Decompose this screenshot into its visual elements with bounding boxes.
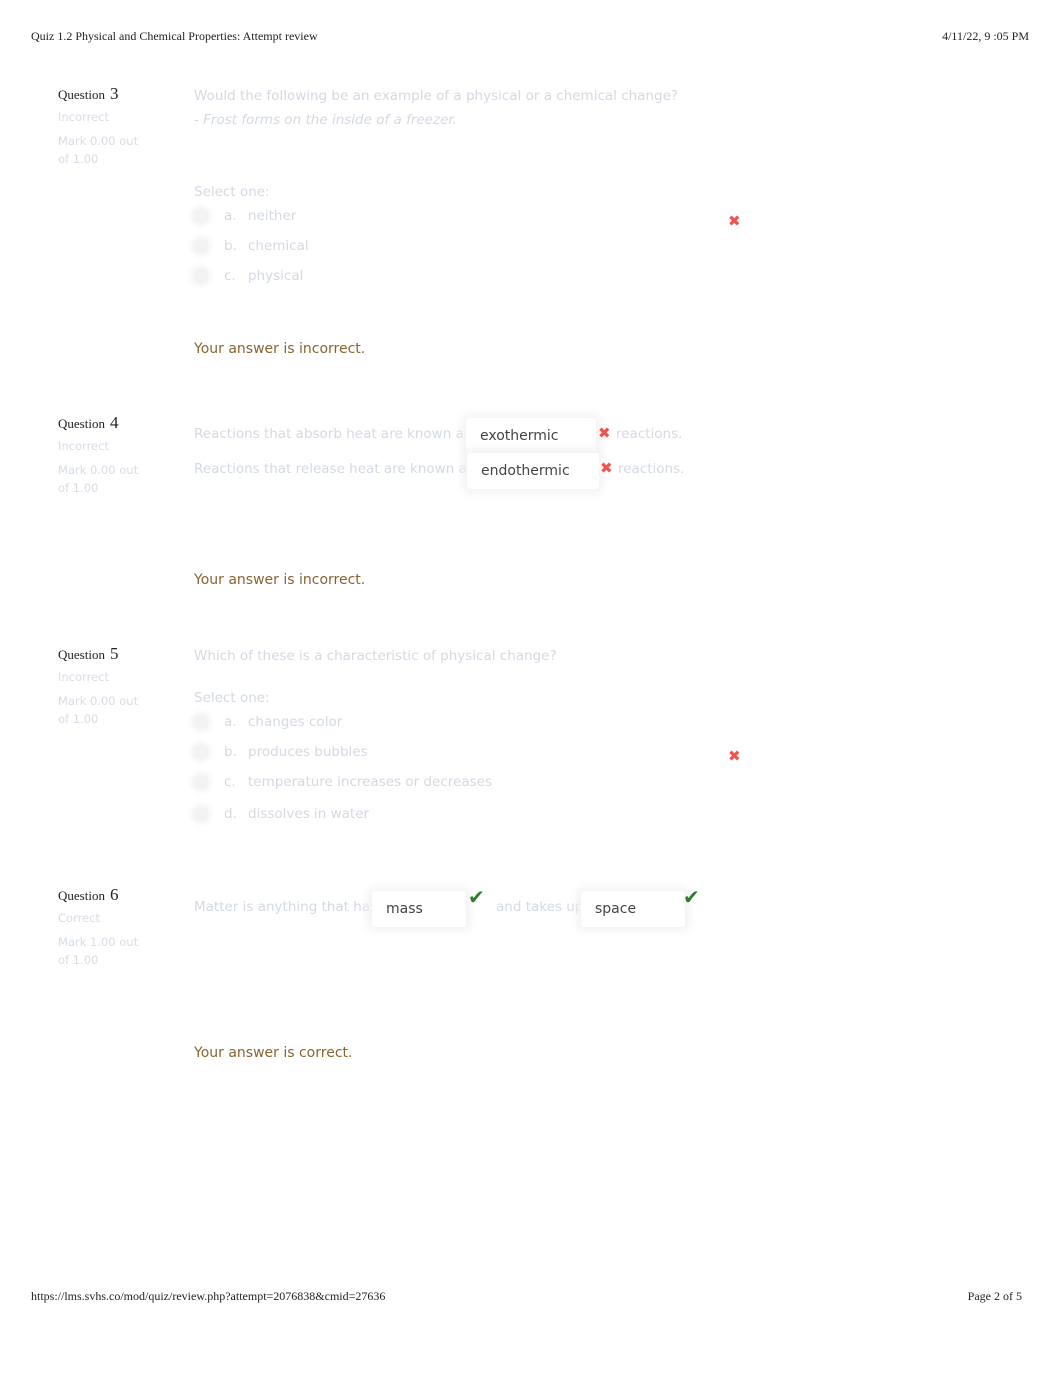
answer-input-1[interactable]: exothermic xyxy=(466,418,596,454)
print-datetime: 4/11/22, 9 :05 PM xyxy=(942,29,1029,43)
question-text: Which of these is a characteristic of ph… xyxy=(194,648,557,664)
correct-icon: ✔ xyxy=(468,885,485,909)
print-header: Quiz 1.2 Physical and Chemical Propertie… xyxy=(31,29,1029,45)
page-number: Page 2 of 5 xyxy=(967,1289,1022,1303)
answer-feedback: Your answer is correct. xyxy=(194,1045,353,1061)
incorrect-icon: ✖ xyxy=(728,747,741,765)
answer-input-1[interactable]: mass xyxy=(372,891,466,927)
question-grade: Mark 0.00 out of 1.00 xyxy=(58,463,139,495)
question-info: Question 4 Incorrect Mark 0.00 out of 1.0… xyxy=(58,413,158,497)
question-info: Question 6 Correct Mark 1.00 out of 1.00 xyxy=(58,885,158,969)
answer-option-b[interactable]: b. produces bubbles xyxy=(194,737,368,767)
incorrect-icon: ✖ xyxy=(600,459,613,477)
question-label: Question xyxy=(58,87,105,102)
question-label: Question xyxy=(58,888,105,903)
select-one-prompt: Select one: xyxy=(194,184,270,200)
question-label: Question xyxy=(58,416,105,431)
question-grade: Mark 0.00 out of 1.00 xyxy=(58,134,139,166)
answer-feedback: Your answer is incorrect. xyxy=(194,572,366,588)
answer-option-c[interactable]: c. temperature increases or decreases xyxy=(194,767,492,797)
radio-button[interactable] xyxy=(194,775,208,789)
question-number: 3 xyxy=(110,84,119,103)
question-state: Incorrect xyxy=(58,439,109,453)
radio-button[interactable] xyxy=(194,745,208,759)
question-info: Question 3 Incorrect Mark 0.00 out of 1.0… xyxy=(58,84,158,168)
radio-button[interactable] xyxy=(194,239,208,253)
answer-option-d[interactable]: d. dissolves in water xyxy=(194,799,369,829)
question-number: 5 xyxy=(110,644,119,663)
answer-feedback: Your answer is incorrect. xyxy=(194,341,366,357)
question-number: 6 xyxy=(110,885,119,904)
question-label: Question xyxy=(58,647,105,662)
page-title: Quiz 1.2 Physical and Chemical Propertie… xyxy=(31,29,318,43)
answer-option-a[interactable]: a. changes color xyxy=(194,707,342,737)
question-state: Incorrect xyxy=(58,670,109,684)
answer-input-2[interactable]: endothermic xyxy=(467,453,599,489)
answer-option-b[interactable]: b. chemical xyxy=(194,231,309,261)
incorrect-icon: ✖ xyxy=(598,424,611,442)
page-url: https://lms.svhs.co/mod/quiz/review.php?… xyxy=(31,1289,386,1303)
radio-button[interactable] xyxy=(194,715,208,729)
question-grade: Mark 1.00 out of 1.00 xyxy=(58,935,139,967)
radio-button[interactable] xyxy=(194,209,208,223)
question-grade: Mark 0.00 out of 1.00 xyxy=(58,694,139,726)
question-number: 4 xyxy=(110,413,119,432)
correct-icon: ✔ xyxy=(683,885,700,909)
question-text: Would the following be an example of a p… xyxy=(194,88,679,128)
question-subtext: - Frost forms on the inside of a freezer… xyxy=(194,112,457,128)
radio-button[interactable] xyxy=(194,269,208,283)
radio-button[interactable] xyxy=(194,807,208,821)
incorrect-icon: ✖ xyxy=(728,212,741,230)
answer-option-c[interactable]: c. physical xyxy=(194,261,303,291)
question-state: Correct xyxy=(58,911,100,925)
select-one-prompt: Select one: xyxy=(194,690,270,706)
answer-input-2[interactable]: space xyxy=(581,891,685,927)
question-state: Incorrect xyxy=(58,110,109,124)
question-info: Question 5 Incorrect Mark 0.00 out of 1.0… xyxy=(58,644,158,728)
answer-option-a[interactable]: a. neither xyxy=(194,201,296,231)
